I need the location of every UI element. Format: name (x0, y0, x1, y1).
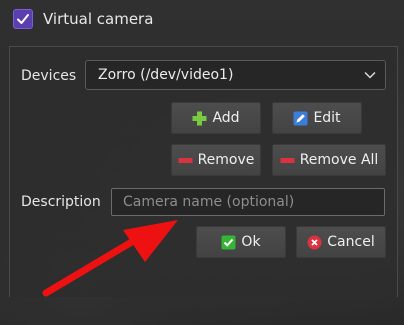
remove-all-button-label: Remove All (299, 152, 379, 168)
add-button[interactable]: Add (171, 102, 261, 134)
virtual-camera-checkbox[interactable] (13, 9, 33, 29)
plus-icon (192, 111, 207, 126)
virtual-camera-label: Virtual camera (43, 10, 154, 28)
ok-button-label: Ok (241, 234, 261, 250)
virtual-camera-group: Devices Zorro (/dev/video1) Add Edit Rem… (9, 46, 398, 297)
pencil-icon (293, 111, 308, 126)
add-button-label: Add (212, 110, 240, 126)
edit-button-label: Edit (313, 110, 341, 126)
devices-selected-value: Zorro (/dev/video1) (98, 67, 234, 83)
cancel-button-label: Cancel (327, 234, 375, 250)
cancel-icon (307, 235, 322, 250)
devices-combobox[interactable]: Zorro (/dev/video1) (85, 60, 386, 90)
description-input[interactable] (111, 188, 385, 216)
check-icon (221, 235, 236, 250)
virtual-camera-row[interactable]: Virtual camera (13, 8, 153, 30)
ok-button[interactable]: Ok (196, 226, 286, 258)
devices-label: Devices (21, 68, 77, 84)
remove-button[interactable]: Remove (171, 144, 261, 176)
remove-button-label: Remove (197, 152, 255, 168)
minus-icon (178, 153, 193, 168)
chevron-down-icon[interactable] (364, 69, 376, 81)
description-label: Description (21, 194, 101, 210)
checkmark-icon (17, 14, 29, 24)
remove-all-button[interactable]: Remove All (272, 144, 386, 176)
minus-icon (280, 153, 295, 168)
cancel-button[interactable]: Cancel (296, 226, 386, 258)
edit-button[interactable]: Edit (272, 102, 362, 134)
